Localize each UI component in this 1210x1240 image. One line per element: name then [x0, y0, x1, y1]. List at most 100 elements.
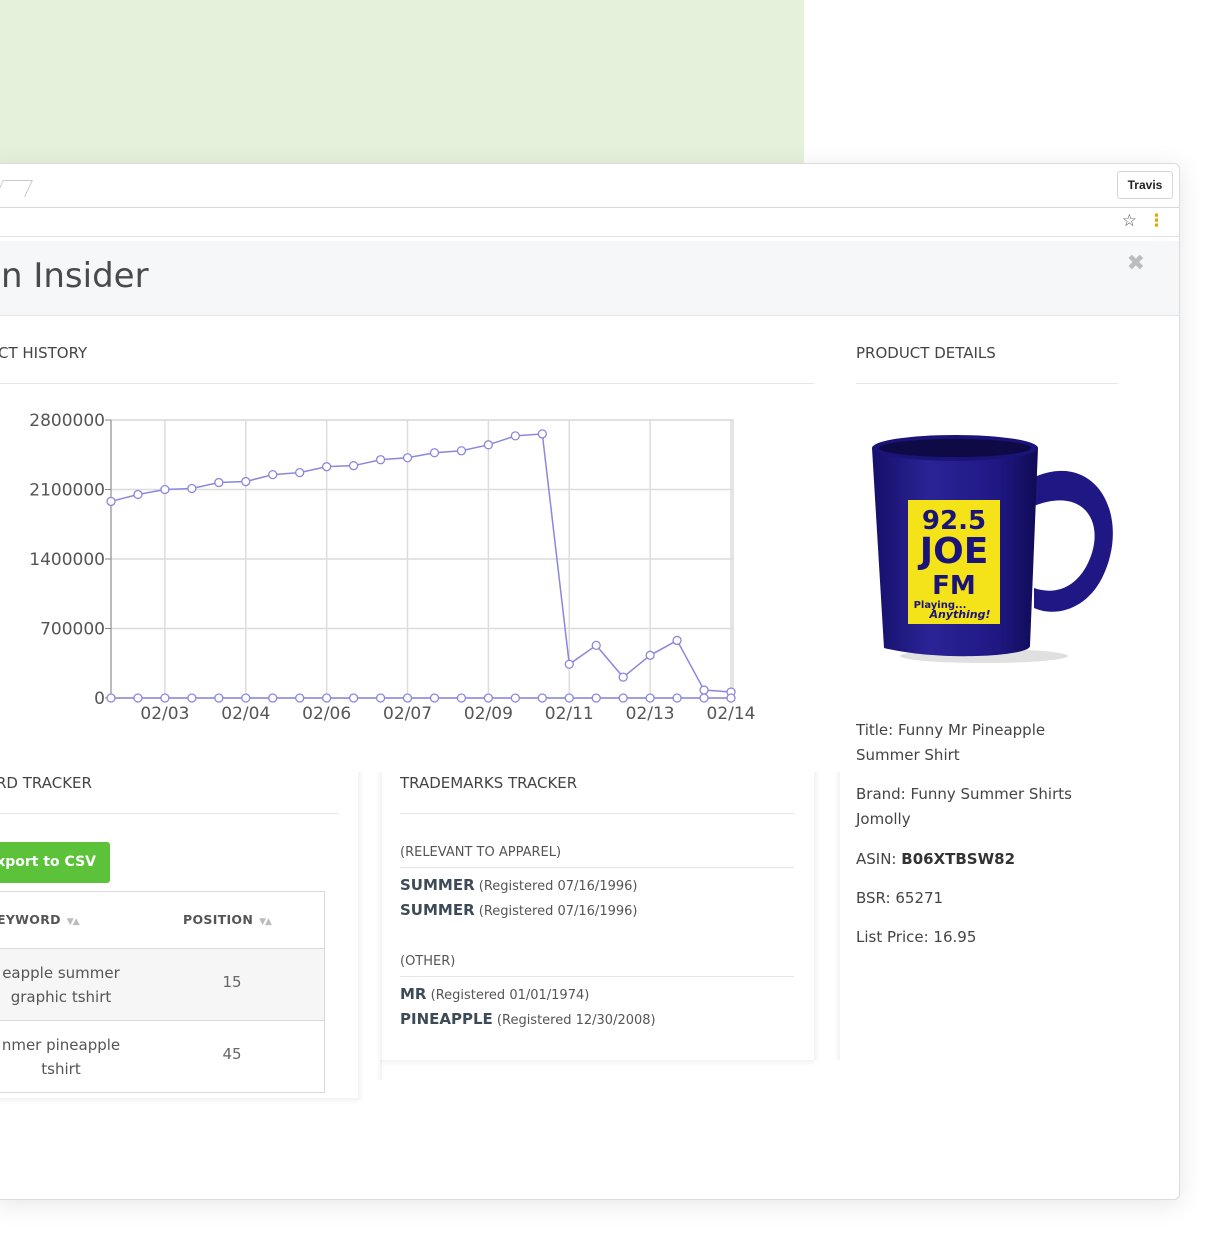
y-tick-label: 2800000 — [29, 411, 105, 431]
modal-header: n Insider ✖ — [0, 241, 1179, 316]
keyword-column-label: KEYWORD — [0, 912, 61, 927]
trademark-category-divider — [400, 976, 794, 977]
sort-icon[interactable]: ▼▲ — [67, 917, 80, 927]
y-tick-label: 700000 — [40, 620, 105, 640]
data-point — [348, 461, 359, 471]
profile-button[interactable]: Travis — [1117, 171, 1173, 199]
trademark-mark: PINEAPPLE — [400, 1010, 493, 1028]
data-point — [241, 476, 251, 487]
asin-value: B06XTBSW82 — [901, 850, 1016, 868]
keyword-cell: eapple summer graphic tshirt — [2, 964, 120, 1006]
data-point — [672, 635, 682, 646]
x-tick-label: 02/14 — [707, 704, 756, 724]
trademark-detail: (Registered 12/30/2008) — [496, 1013, 656, 1028]
star-icon[interactable]: ☆ — [1122, 211, 1137, 231]
data-point — [295, 693, 305, 703]
page-background-banner — [0, 0, 804, 163]
data-point — [375, 455, 386, 465]
trademarks-section-title: TRADEMARKS TRACKER — [400, 774, 578, 792]
y-tick-label: 2100000 — [29, 481, 105, 501]
position-column-label: POSITION — [183, 912, 254, 927]
trademark-category: (OTHER) — [400, 954, 456, 969]
history-section-title: CT HISTORY — [0, 344, 88, 362]
x-tick-label: 02/04 — [221, 704, 270, 724]
sort-icon[interactable]: ▼▲ — [259, 917, 272, 927]
trademark-detail: (Registered 07/16/1996) — [478, 879, 638, 894]
close-icon[interactable]: ✖ — [1127, 251, 1145, 276]
data-point — [537, 429, 547, 439]
data-point — [564, 659, 574, 669]
more-vert-icon[interactable]: ⋮ — [1148, 211, 1165, 231]
data-point — [726, 693, 736, 703]
tab-bar: Travis — [0, 164, 1179, 207]
details-section-title: PRODUCT DETAILS — [856, 344, 996, 362]
data-point — [106, 496, 116, 507]
asin-label: ASIN: — [856, 850, 897, 868]
position-cell: 45 — [222, 1045, 242, 1063]
data-point — [591, 693, 601, 703]
y-tick-label: 1400000 — [29, 550, 105, 570]
keyword-panel-edge — [0, 1098, 358, 1104]
data-point — [510, 693, 520, 703]
data-point — [268, 469, 278, 480]
address-bar[interactable]: ☆ ⋮ — [0, 207, 1179, 237]
modal-title: n Insider — [1, 256, 149, 296]
trademark-detail: (Registered 01/01/1974) — [430, 988, 590, 1003]
data-point — [699, 685, 709, 695]
data-point — [322, 462, 332, 472]
position-cell: 15 — [222, 973, 242, 991]
keyword-panel-edge — [358, 772, 364, 1100]
data-point — [106, 693, 116, 703]
details-divider — [856, 383, 1118, 384]
data-point — [375, 693, 386, 703]
data-point — [187, 483, 197, 494]
position-column-header[interactable]: POSITION ▼▲ — [183, 912, 272, 927]
trademark-item: SUMMER (Registered 07/16/1996) — [400, 876, 637, 894]
data-point — [672, 693, 682, 703]
keyword-divider — [0, 813, 338, 814]
history-chart: 2800000 2100000 1400000 700000 0 02/03 02/04 02… — [29, 411, 756, 724]
product-brand: Brand: Funny Summer Shirts Jomolly — [856, 782, 1106, 832]
trademarks-divider — [400, 813, 794, 814]
trademarks-panel-edge — [814, 772, 820, 1060]
data-point — [591, 640, 601, 651]
trademark-category-divider — [400, 867, 794, 868]
data-point — [241, 693, 251, 703]
data-point — [483, 693, 494, 703]
product-image: 92.5 JOE FM Playing... Anything! — [872, 435, 1113, 663]
bsr-label: BSR: — [856, 889, 891, 907]
mug-logo-text: Anything! — [928, 608, 990, 621]
data-point — [699, 693, 709, 703]
data-point — [187, 693, 197, 703]
x-tick-label: 02/09 — [464, 704, 513, 724]
data-point — [322, 693, 332, 703]
keyword-column-header[interactable]: KEYWORD ▼▲ — [0, 912, 80, 927]
data-point — [618, 693, 628, 703]
data-point — [645, 650, 655, 660]
data-point — [214, 693, 224, 703]
export-csv-button[interactable]: Export to CSV — [0, 842, 110, 883]
trademarks-panel-edge — [376, 772, 382, 1080]
data-point — [510, 431, 520, 441]
trademark-item: PINEAPPLE (Registered 12/30/2008) — [400, 1010, 656, 1028]
keyword-cell: nmer pineapple tshirt — [1, 1036, 121, 1078]
price-value: 16.95 — [933, 928, 977, 946]
data-point — [537, 693, 547, 703]
data-point — [564, 693, 574, 703]
trademark-detail: (Registered 07/16/1996) — [478, 904, 638, 919]
data-point — [160, 484, 170, 495]
brand-label: Brand: — [856, 785, 906, 803]
x-tick-label: 02/07 — [383, 704, 432, 724]
data-point — [214, 477, 224, 488]
new-tab-button[interactable] — [0, 180, 33, 197]
trademark-mark: MR — [400, 985, 427, 1003]
x-tick-label: 02/11 — [545, 704, 594, 724]
data-point — [456, 446, 467, 456]
table-row: nmer pineapple tshirt 45 — [0, 1021, 324, 1092]
history-divider — [0, 383, 814, 384]
y-tick-label: 0 — [94, 689, 105, 709]
mug-logo-text: FM — [932, 571, 976, 601]
data-point — [456, 693, 467, 703]
data-point — [268, 693, 278, 703]
data-point — [295, 467, 305, 478]
